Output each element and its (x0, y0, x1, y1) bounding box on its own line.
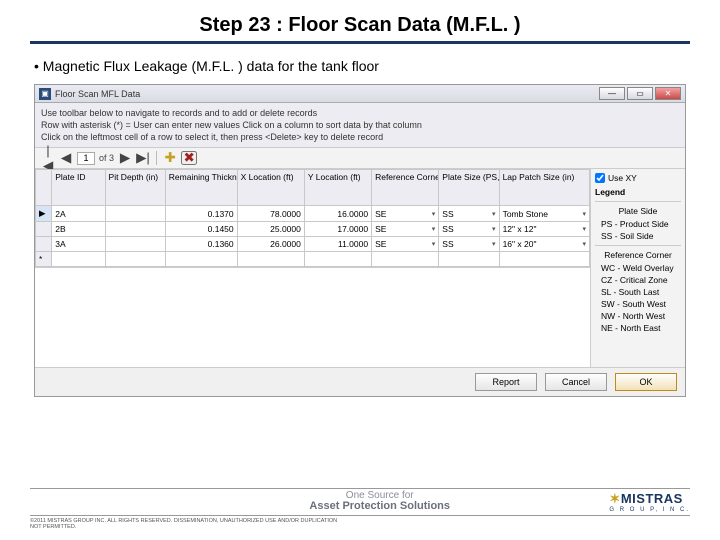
cell-y[interactable]: 16.0000 (304, 206, 371, 222)
reference-corner-title: Reference Corner (595, 250, 681, 260)
col-y-location[interactable]: Y Location (ft) (304, 170, 371, 206)
add-record-button[interactable]: ✚ (163, 151, 177, 165)
cell-patch[interactable]: Tomb Stone (499, 206, 589, 222)
cell-patch[interactable]: 12" x 12" (499, 222, 589, 237)
cell-pit-depth[interactable] (105, 206, 165, 222)
legend-item: SL - South Last (595, 286, 681, 298)
cell-y[interactable]: 17.0000 (304, 222, 371, 237)
cell-side[interactable]: SS (439, 237, 499, 252)
instruction-line: Click on the leftmost cell of a row to s… (41, 131, 679, 143)
first-record-button[interactable]: |◀ (41, 151, 55, 165)
legend-item: SS - Soil Side (595, 230, 681, 242)
col-plate-id[interactable]: Plate ID (52, 170, 105, 206)
row-indicator[interactable]: * (36, 252, 52, 267)
cell-ref[interactable]: SE (372, 222, 439, 237)
prev-record-button[interactable]: ◀ (59, 151, 73, 165)
cell-patch[interactable]: 16" x 20" (499, 237, 589, 252)
row-indicator[interactable]: ▶ (36, 206, 52, 222)
tagline: One Source for Asset Protection Solution… (309, 491, 450, 512)
col-plate-size[interactable]: Plate Size (PS, SS) (439, 170, 499, 206)
mistras-logo: ✶MISTRAS G R O U P, I N C. (609, 491, 690, 513)
col-lap-patch-size[interactable]: Lap Patch Size (in) (499, 170, 589, 206)
app-window: ▣ Floor Scan MFL Data — ▭ ✕ Use toolbar … (34, 84, 686, 397)
legend-item: NE - North East (595, 322, 681, 334)
cell-x[interactable]: 78.0000 (237, 206, 304, 222)
cell-x[interactable]: 25.0000 (237, 222, 304, 237)
ok-button[interactable]: OK (615, 373, 677, 391)
delete-record-button[interactable]: ✖ (181, 151, 197, 165)
legend-title: Legend (595, 187, 681, 197)
header-row[interactable]: Plate ID Pit Depth (in) Remaining Thickn… (36, 170, 590, 206)
bullet-text: Magnetic Flux Leakage (M.F.L. ) data for… (34, 58, 690, 74)
row-selector-header (36, 170, 52, 206)
instruction-line: Use toolbar below to navigate to records… (41, 107, 679, 119)
data-grid[interactable]: Plate ID Pit Depth (in) Remaining Thickn… (35, 169, 591, 367)
cell-plate-id[interactable]: 2A (52, 206, 105, 222)
cell-remaining[interactable]: 0.1370 (165, 206, 237, 222)
next-record-button[interactable]: ▶ (118, 151, 132, 165)
copyright-text: ©2011 MISTRAS GROUP INC. ALL RIGHTS RESE… (30, 518, 350, 530)
col-remaining-thickness[interactable]: Remaining Thickness (in) (165, 170, 237, 206)
cell-side[interactable]: SS (439, 222, 499, 237)
cell-y[interactable]: 11.0000 (304, 237, 371, 252)
cell-ref[interactable]: SE (372, 237, 439, 252)
legend-sidebar: Use XY Legend Plate Side PS - Product Si… (591, 169, 685, 367)
legend-item: SW - South West (595, 298, 681, 310)
use-xy-input[interactable] (595, 173, 605, 183)
dialog-buttons: Report Cancel OK (35, 367, 685, 396)
cell-ref[interactable]: SE (372, 206, 439, 222)
maximize-button[interactable]: ▭ (627, 87, 653, 100)
cancel-button[interactable]: Cancel (545, 373, 607, 391)
plate-side-title: Plate Side (595, 206, 681, 216)
cell-plate-id[interactable]: 3A (52, 237, 105, 252)
cell-plate-id[interactable]: 2B (52, 222, 105, 237)
instruction-line: Row with asterisk (*) = User can enter n… (41, 119, 679, 131)
new-row[interactable]: * (36, 252, 590, 267)
cell-remaining[interactable]: 0.1450 (165, 222, 237, 237)
table-row[interactable]: 3A 0.1360 26.0000 11.0000 SE SS 16" x 20… (36, 237, 590, 252)
cell-pit-depth[interactable] (105, 222, 165, 237)
slide-title: Step 23 : Floor Scan Data (M.F.L. ) (30, 8, 690, 44)
cell-side[interactable]: SS (439, 206, 499, 222)
record-position-input[interactable] (77, 152, 95, 165)
grid-empty-area (35, 267, 590, 367)
use-xy-checkbox[interactable]: Use XY (595, 173, 681, 183)
app-icon: ▣ (39, 88, 51, 100)
record-toolbar: |◀ ◀ of 3 ▶ ▶| ✚ ✖ (35, 147, 685, 169)
col-pit-depth[interactable]: Pit Depth (in) (105, 170, 165, 206)
legend-item: NW - North West (595, 310, 681, 322)
table-row[interactable]: 2B 0.1450 25.0000 17.0000 SE SS 12" x 12… (36, 222, 590, 237)
col-reference-corner[interactable]: Reference Corner (372, 170, 439, 206)
table-row[interactable]: ▶ 2A 0.1370 78.0000 16.0000 SE SS Tomb S… (36, 206, 590, 222)
window-titlebar[interactable]: ▣ Floor Scan MFL Data — ▭ ✕ (35, 85, 685, 103)
cell-pit-depth[interactable] (105, 237, 165, 252)
row-indicator[interactable] (36, 222, 52, 237)
legend-item: PS - Product Side (595, 218, 681, 230)
slide-footer: One Source for Asset Protection Solution… (30, 488, 690, 530)
cell-remaining[interactable]: 0.1360 (165, 237, 237, 252)
window-title: Floor Scan MFL Data (55, 89, 599, 99)
col-x-location[interactable]: X Location (ft) (237, 170, 304, 206)
legend-item: CZ - Critical Zone (595, 274, 681, 286)
report-button[interactable]: Report (475, 373, 537, 391)
row-indicator[interactable] (36, 237, 52, 252)
instructions: Use toolbar below to navigate to records… (35, 103, 685, 147)
close-button[interactable]: ✕ (655, 87, 681, 100)
minimize-button[interactable]: — (599, 87, 625, 100)
cell-x[interactable]: 26.0000 (237, 237, 304, 252)
last-record-button[interactable]: ▶| (136, 151, 150, 165)
record-count-text: of 3 (99, 153, 114, 163)
separator (156, 151, 157, 165)
legend-item: WC - Weld Overlay (595, 262, 681, 274)
